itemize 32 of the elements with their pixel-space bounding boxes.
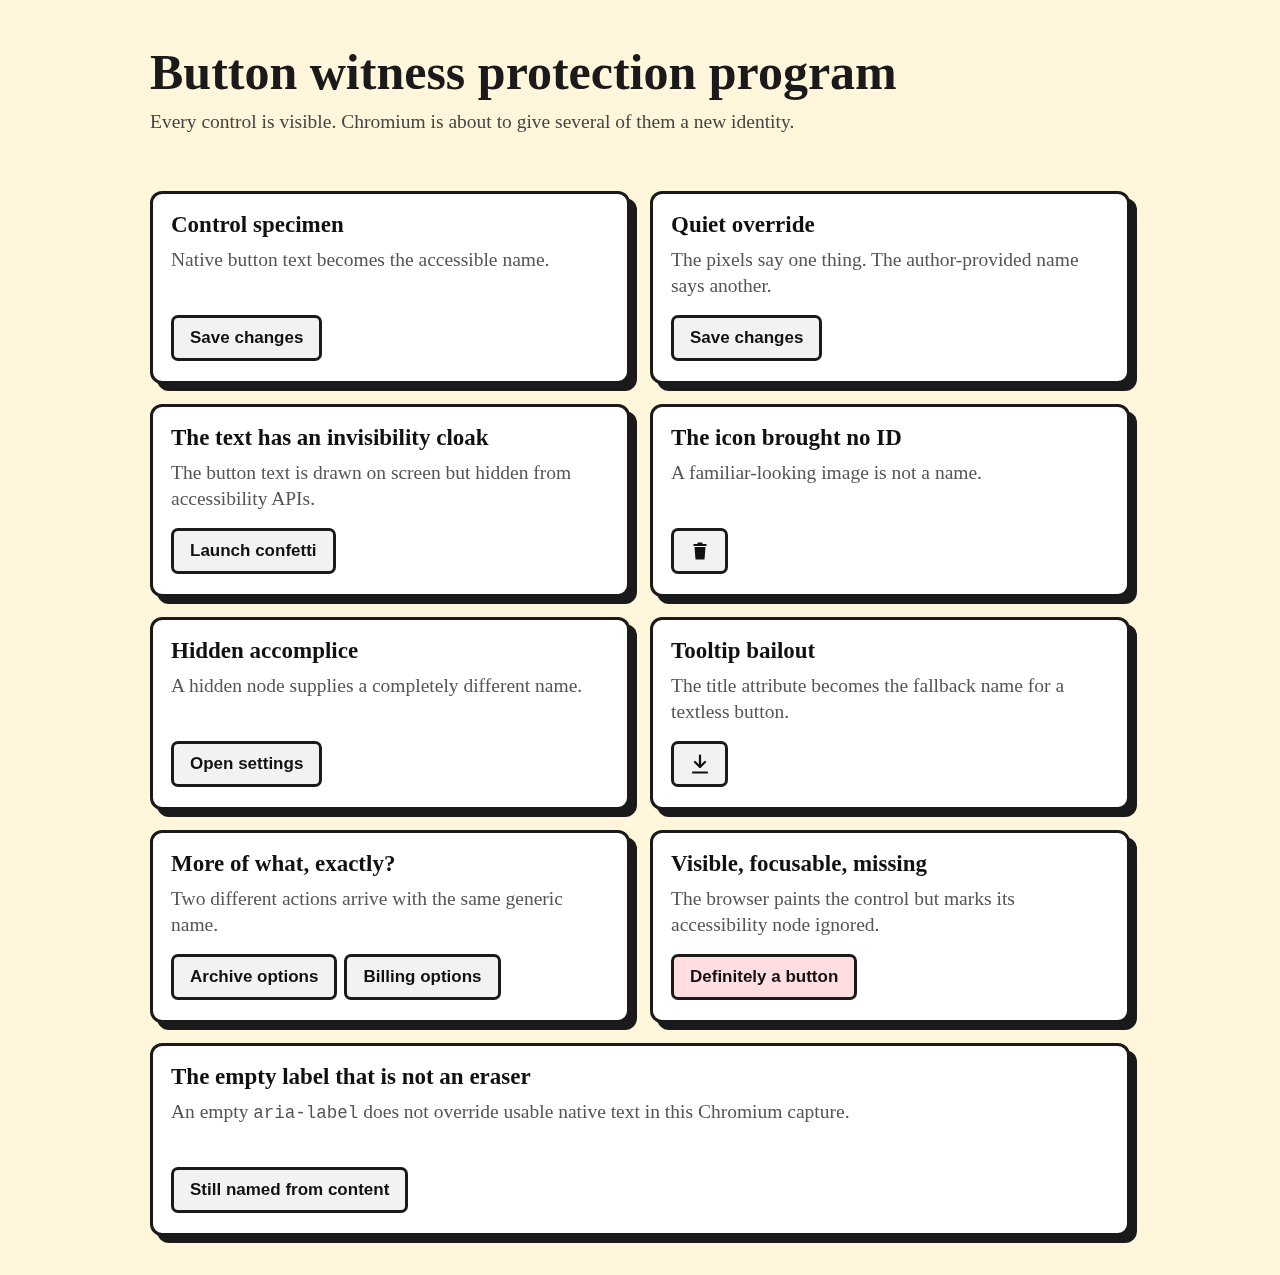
- card-description: A familiar-looking image is not a name.: [671, 461, 983, 485]
- card-description: The pixels say one thing. The author-provided name says another.: [671, 248, 1080, 298]
- card-description: The browser paints the control but marks its accessibility node ignored.: [671, 887, 1016, 937]
- card-title: The text has an invisibility cloak: [171, 424, 490, 452]
- download-icon-button[interactable]: [671, 741, 728, 787]
- card-button[interactable]: Save changes: [671, 315, 823, 361]
- card-description: The button text is drawn on screen but hidden from accessibility APIs.: [171, 461, 573, 511]
- card-description: Two different actions arrive with the same generic name.: [171, 887, 564, 937]
- card-title: Control specimen: [171, 211, 345, 239]
- card-description: A hidden node supplies a completely different name.: [171, 674, 584, 698]
- card-description: Native button text becomes the accessible name.: [171, 248, 551, 272]
- card-button[interactable]: Archive options: [171, 954, 338, 1000]
- page-subtitle: Every control is visible. Chromium is about to give several of them a new identity.: [150, 110, 796, 134]
- card-title: The icon brought no ID: [671, 424, 903, 452]
- card-button[interactable]: Save changes: [171, 315, 323, 361]
- card-button[interactable]: Still named from content: [171, 1167, 409, 1213]
- card-button[interactable]: Launch confetti: [171, 528, 336, 574]
- card-title: More of what, exactly?: [171, 850, 397, 878]
- card-description: The title attribute becomes the fallback name for a textless button.: [671, 674, 1066, 724]
- card-button[interactable]: Billing options: [344, 954, 501, 1000]
- page-title: Button witness protection program: [150, 44, 898, 100]
- card-description: An empty aria-label does not override usable native text in this Chromium capture.: [171, 1100, 851, 1125]
- card-title: Tooltip bailout: [671, 637, 817, 665]
- trash-icon: [692, 542, 707, 560]
- card-title: Quiet override: [671, 211, 816, 239]
- card-title: Hidden accomplice: [171, 637, 360, 665]
- delete-icon-button[interactable]: [671, 528, 728, 574]
- card-button[interactable]: Definitely a button: [671, 954, 858, 1000]
- card-button[interactable]: Open settings: [171, 741, 323, 787]
- card-title: The empty label that is not an eraser: [171, 1063, 532, 1091]
- card-title: Visible, focusable, missing: [671, 850, 928, 878]
- download-icon: [690, 754, 709, 774]
